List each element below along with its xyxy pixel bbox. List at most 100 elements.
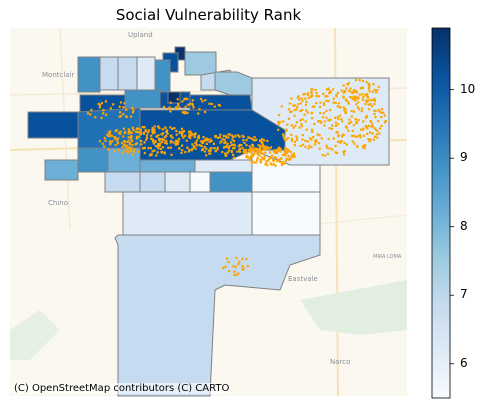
location-point: [201, 140, 204, 143]
tract-polygon[interactable]: [189, 171, 211, 193]
location-point: [365, 99, 368, 102]
place-label-eastvale: Eastvale: [288, 275, 318, 283]
location-point: [304, 145, 307, 148]
location-point: [119, 101, 123, 104]
location-point: [153, 125, 156, 128]
tract-polygon[interactable]: [209, 171, 253, 193]
location-point: [144, 129, 147, 132]
location-point: [286, 123, 289, 126]
location-point: [178, 106, 181, 109]
location-point: [154, 145, 158, 148]
location-point: [108, 140, 112, 143]
location-point: [94, 116, 97, 119]
location-point: [142, 131, 145, 134]
location-point: [365, 80, 368, 84]
location-point: [122, 127, 126, 130]
location-point: [362, 96, 365, 99]
location-point: [130, 135, 133, 138]
location-point: [373, 103, 376, 106]
location-point: [364, 103, 367, 106]
location-point: [247, 136, 250, 139]
location-point: [100, 116, 103, 120]
location-point: [232, 153, 235, 156]
location-point: [131, 153, 134, 156]
location-point: [134, 143, 137, 146]
location-point: [336, 116, 339, 119]
tract-polygon[interactable]: [124, 89, 161, 109]
location-point: [349, 87, 352, 90]
location-point: [235, 256, 238, 259]
tract-polygon[interactable]: [139, 171, 166, 193]
location-point: [246, 265, 249, 268]
location-point: [137, 131, 140, 134]
location-point: [137, 150, 140, 153]
tract-polygon[interactable]: [117, 56, 138, 91]
location-point: [172, 141, 175, 144]
location-point: [145, 136, 149, 139]
location-point: [168, 107, 171, 110]
location-point: [356, 145, 359, 148]
colorbar-tick-label: 10: [460, 81, 476, 96]
tract-polygon[interactable]: [77, 56, 101, 93]
location-point: [245, 144, 248, 147]
tract-polygon[interactable]: [139, 159, 196, 173]
location-point: [164, 135, 167, 138]
location-point: [315, 102, 318, 105]
location-point: [221, 137, 224, 140]
map-canvas[interactable]: Upland Montclair Chino Eastvale Norco MI…: [0, 0, 487, 408]
location-point: [125, 115, 128, 118]
tract-polygon[interactable]: [214, 71, 253, 96]
tract-polygon[interactable]: [77, 147, 109, 173]
location-point: [86, 112, 90, 115]
location-point: [305, 109, 308, 112]
tract-polygon[interactable]: [164, 171, 191, 193]
tract-polygon[interactable]: [184, 51, 217, 76]
tract-polygon[interactable]: [107, 147, 141, 173]
location-point: [143, 151, 146, 155]
tract-polygon[interactable]: [27, 111, 81, 139]
location-point: [97, 102, 100, 105]
location-point: [345, 143, 348, 146]
location-point: [295, 138, 298, 142]
location-point: [208, 140, 211, 143]
location-point: [274, 164, 277, 167]
location-point: [181, 144, 184, 147]
tract-polygon[interactable]: [167, 91, 181, 104]
location-point: [116, 141, 119, 144]
tract-polygon[interactable]: [104, 171, 141, 193]
location-point: [239, 143, 242, 147]
location-point: [104, 100, 107, 103]
tract-polygon[interactable]: [136, 56, 156, 91]
location-point: [318, 134, 321, 137]
location-point: [230, 141, 233, 144]
location-point: [157, 137, 161, 140]
location-point: [119, 111, 122, 114]
location-point: [205, 154, 208, 157]
location-point: [136, 127, 139, 130]
location-point: [342, 95, 345, 98]
tract-polygon[interactable]: [154, 59, 171, 93]
location-point: [325, 144, 328, 147]
tract-polygon[interactable]: [122, 191, 253, 236]
location-point: [152, 142, 155, 145]
location-point: [287, 148, 290, 151]
location-point: [327, 152, 330, 155]
tract-polygon[interactable]: [99, 56, 119, 91]
location-point: [187, 130, 191, 133]
location-point: [350, 134, 354, 138]
location-point: [228, 270, 231, 273]
location-point: [123, 102, 126, 105]
location-point: [265, 162, 268, 165]
location-point: [376, 89, 379, 92]
location-point: [368, 83, 371, 86]
location-point: [362, 120, 365, 123]
location-point: [194, 141, 197, 144]
location-point: [335, 95, 338, 98]
location-point: [157, 134, 160, 137]
location-point: [249, 148, 252, 151]
location-point: [233, 273, 236, 276]
tract-polygon[interactable]: [194, 159, 253, 173]
location-point: [224, 135, 227, 138]
location-point: [213, 105, 216, 108]
tract-polygon[interactable]: [44, 159, 79, 181]
